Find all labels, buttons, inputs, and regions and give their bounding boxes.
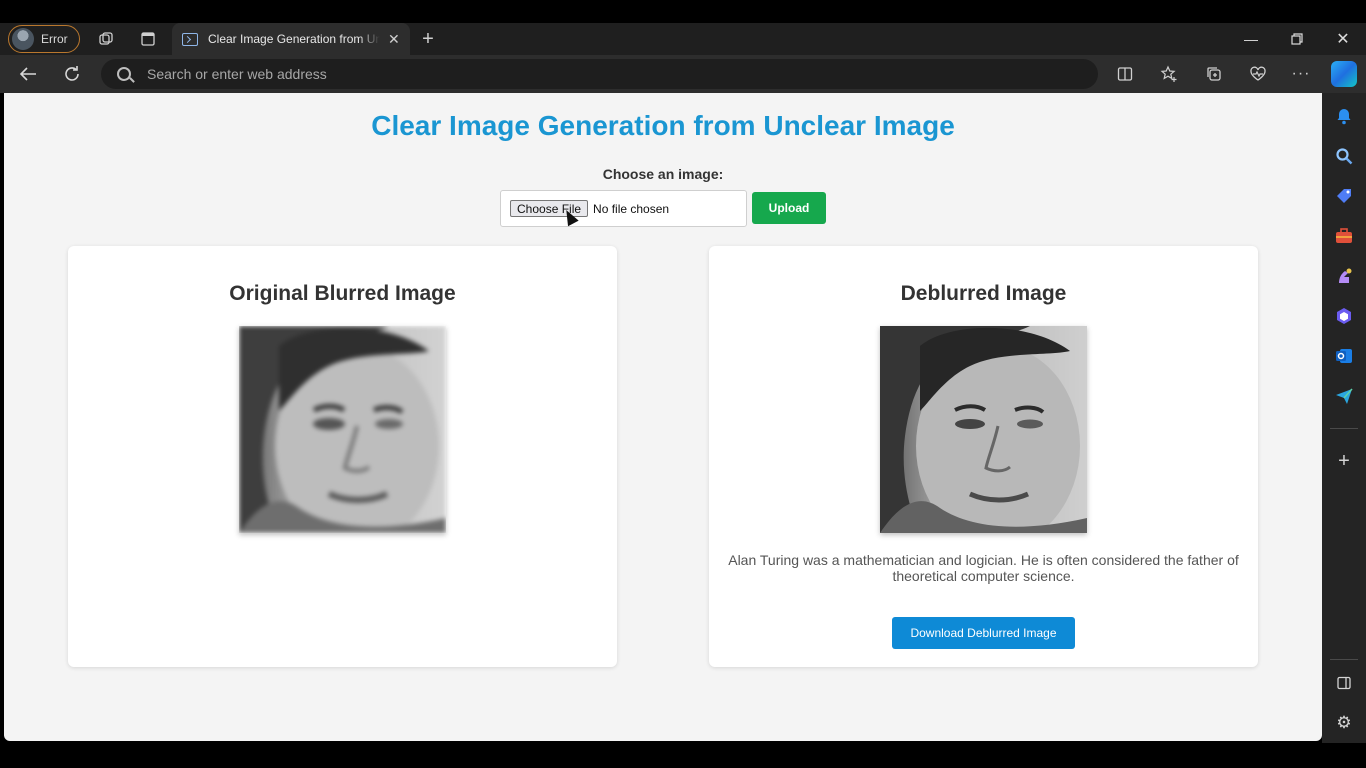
add-sidebar-app-icon[interactable]: + — [1334, 450, 1354, 472]
back-arrow-icon[interactable] — [17, 63, 39, 85]
upload-button[interactable]: Upload — [752, 192, 826, 224]
send-icon[interactable] — [1334, 386, 1354, 406]
tab-title: Clear Image Generation from Unclear Imag… — [208, 32, 380, 46]
settings-gear-icon[interactable]: ⚙ — [1334, 713, 1354, 733]
new-tab-icon[interactable]: + — [418, 28, 438, 50]
download-deblurred-button[interactable]: Download Deblurred Image — [892, 617, 1075, 649]
deblurred-image-title: Deblurred Image — [900, 282, 1067, 305]
deblurred-image-card: Deblurred Image Alan Turing was a mathem… — [709, 246, 1258, 667]
file-input[interactable]: Choose File No file chosen — [500, 190, 747, 227]
profile-label: Error — [41, 32, 68, 46]
minimize-icon[interactable]: — — [1239, 27, 1263, 51]
split-screen-icon[interactable] — [1115, 64, 1135, 84]
more-options-icon[interactable]: ··· — [1291, 64, 1311, 84]
sidebar-separator — [1330, 428, 1358, 429]
close-window-icon[interactable]: ✕ — [1331, 27, 1355, 51]
page-title: Clear Image Generation from Unclear Imag… — [371, 110, 955, 141]
address-bar[interactable]: Search or enter web address — [101, 59, 1098, 89]
choose-file-button[interactable]: Choose File — [510, 200, 589, 217]
file-status-text: No file chosen — [593, 201, 670, 216]
games-icon[interactable] — [1334, 266, 1354, 286]
tab-actions-icon[interactable] — [138, 29, 158, 49]
profile-button[interactable]: Error — [8, 25, 80, 53]
shopping-tag-icon[interactable] — [1334, 186, 1354, 206]
screen: Error Clear Image Generation from Unclea… — [0, 0, 1366, 768]
page-favicon-icon — [182, 32, 198, 46]
choose-image-label: Choose an image: — [602, 166, 724, 182]
microsoft-365-icon[interactable] — [1334, 306, 1354, 326]
favorites-icon[interactable] — [1159, 64, 1179, 84]
tools-briefcase-icon[interactable] — [1334, 226, 1354, 246]
image-description: Alan Turing was a mathematician and logi… — [728, 552, 1239, 584]
edge-sidebar: + ⚙ — [1322, 93, 1366, 743]
original-blurred-image — [239, 326, 446, 533]
outlook-icon[interactable] — [1334, 346, 1354, 366]
active-tab[interactable]: Clear Image Generation from Unclear Imag… — [172, 23, 410, 55]
address-placeholder: Search or enter web address — [147, 66, 327, 82]
workspaces-icon[interactable] — [96, 29, 116, 49]
tab-bar: Error Clear Image Generation from Unclea… — [0, 23, 1366, 55]
avatar — [12, 28, 34, 50]
copilot-icon[interactable] — [1331, 61, 1357, 87]
search-sidebar-icon[interactable] — [1334, 146, 1354, 166]
sidebar-separator — [1330, 659, 1358, 660]
search-icon — [117, 67, 131, 81]
original-image-title: Original Blurred Image — [229, 282, 456, 305]
page-viewport: Clear Image Generation from Unclear Imag… — [4, 93, 1322, 741]
original-image-card: Original Blurred Image — [68, 246, 617, 667]
browser-essentials-icon[interactable] — [1248, 64, 1268, 84]
hide-sidebar-icon[interactable] — [1334, 673, 1354, 693]
refresh-icon[interactable] — [61, 63, 83, 85]
deblurred-image — [880, 326, 1087, 533]
collections-icon[interactable] — [1204, 64, 1224, 84]
restore-icon[interactable] — [1285, 27, 1309, 51]
notifications-bell-icon[interactable] — [1334, 106, 1354, 126]
tab-close-icon[interactable]: ✕ — [388, 31, 400, 48]
navigation-bar: Search or enter web address ··· — [0, 55, 1366, 93]
